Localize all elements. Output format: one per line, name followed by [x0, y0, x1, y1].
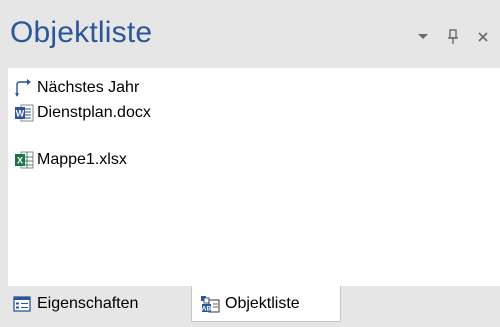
properties-icon: [12, 294, 32, 314]
object-list-pane: Objektliste Nächstes Jahr W Dienstplan.d…: [0, 0, 500, 327]
svg-text:AB: AB: [202, 305, 212, 312]
list-item-label: Nächstes Jahr: [37, 79, 140, 96]
object-list: Nächstes Jahr W Dienstplan.docx X Mappe1…: [8, 68, 500, 286]
pin-icon[interactable]: [444, 28, 462, 46]
tab-objektliste[interactable]: AB Objektliste: [191, 286, 341, 322]
close-icon[interactable]: [474, 28, 492, 46]
tab-label: Eigenschaften: [37, 295, 139, 312]
svg-text:X: X: [17, 156, 23, 166]
list-item-label: Dienstplan.docx: [37, 104, 151, 121]
pane-header: Objektliste: [0, 0, 500, 68]
pane-tabs: Eigenschaften AB Objektliste: [0, 286, 500, 327]
recurrence-arrow-icon: [14, 78, 34, 98]
excel-workbook-icon: X: [14, 150, 34, 170]
object-list-icon: AB: [200, 294, 220, 314]
list-item[interactable]: X Mappe1.xlsx: [14, 148, 127, 172]
chevron-down-icon[interactable]: [414, 28, 432, 46]
list-item-label: Mappe1.xlsx: [37, 151, 127, 168]
tab-label: Objektliste: [225, 294, 300, 312]
word-document-icon: W: [14, 103, 34, 123]
tab-eigenschaften[interactable]: Eigenschaften: [12, 286, 190, 322]
list-item[interactable]: Nächstes Jahr: [14, 76, 139, 100]
pane-controls: [414, 28, 492, 46]
list-item[interactable]: W Dienstplan.docx: [14, 101, 151, 125]
svg-text:W: W: [16, 109, 25, 119]
pane-title: Objektliste: [10, 16, 153, 49]
